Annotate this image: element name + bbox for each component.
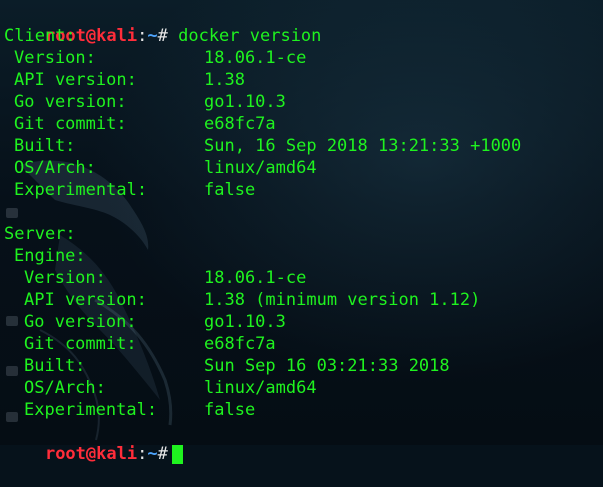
client-value: linux/amd64 <box>204 158 317 178</box>
client-key: API version: <box>14 70 137 90</box>
client-row: Version: 18.06.1-ce <box>4 47 603 69</box>
engine-header: Engine: <box>14 246 86 266</box>
client-row: Git commit: e68fc7a <box>4 113 603 135</box>
terminal-output[interactable]: root@kali:~# docker version Client: Vers… <box>4 3 603 464</box>
prompt-line: root@kali:~# <box>4 421 603 464</box>
server-value: 18.06.1-ce <box>204 268 307 288</box>
server-row: Built: Sun Sep 16 03:21:33 2018 <box>4 355 603 377</box>
server-row: Experimental: false <box>4 399 603 421</box>
client-row: Experimental: false <box>4 179 603 201</box>
prompt-line: root@kali:~# docker version <box>4 3 603 46</box>
prompt-host: kali <box>96 444 138 464</box>
client-key: Experimental: <box>14 180 148 200</box>
client-key: Git commit: <box>14 114 127 134</box>
command-text: docker version <box>178 26 322 46</box>
prompt-path: ~ <box>147 444 158 464</box>
server-row: OS/Arch: linux/amd64 <box>4 377 603 399</box>
server-key: API version: <box>24 290 147 310</box>
prompt-separator: : <box>137 444 148 464</box>
prompt-at: @ <box>85 26 97 46</box>
server-key: Git commit: <box>24 334 137 354</box>
prompt-symbol: # <box>157 26 168 46</box>
client-value: go1.10.3 <box>204 92 286 112</box>
server-row: Go version: go1.10.3 <box>4 311 603 333</box>
client-key: Built: <box>14 136 76 156</box>
server-value: Sun Sep 16 03:21:33 2018 <box>204 356 450 376</box>
client-key: OS/Arch: <box>14 158 96 178</box>
prompt-user: root <box>44 444 86 464</box>
client-row: Built: Sun, 16 Sep 2018 13:21:33 +1000 <box>4 135 603 157</box>
prompt-symbol: # <box>157 444 168 464</box>
server-value: go1.10.3 <box>204 312 286 332</box>
client-row: OS/Arch: linux/amd64 <box>4 157 603 179</box>
client-row: Go version: go1.10.3 <box>4 91 603 113</box>
server-key: OS/Arch: <box>24 378 106 398</box>
prompt-path: ~ <box>147 26 158 46</box>
client-row: API version: 1.38 <box>4 69 603 91</box>
client-value: 18.06.1-ce <box>204 48 307 68</box>
server-key: Go version: <box>24 312 137 332</box>
server-row: Version: 18.06.1-ce <box>4 267 603 289</box>
server-value: 1.38 (minimum version 1.12) <box>204 290 481 310</box>
client-key: Version: <box>14 48 96 68</box>
client-value: Sun, 16 Sep 2018 13:21:33 +1000 <box>204 136 522 156</box>
server-value: false <box>204 400 256 420</box>
client-value: false <box>204 180 256 200</box>
server-header: Server: <box>4 224 76 244</box>
server-value: e68fc7a <box>204 334 276 354</box>
terminal-cursor[interactable] <box>171 444 183 464</box>
prompt-at: @ <box>85 444 97 464</box>
server-key: Built: <box>24 356 86 376</box>
server-value: linux/amd64 <box>204 378 317 398</box>
prompt-host: kali <box>96 26 138 46</box>
client-key: Go version: <box>14 92 127 112</box>
client-value: e68fc7a <box>204 114 276 134</box>
client-value: 1.38 <box>204 70 245 90</box>
server-key: Experimental: <box>24 400 158 420</box>
server-row: Git commit: e68fc7a <box>4 333 603 355</box>
server-key: Version: <box>24 268 106 288</box>
prompt-separator: : <box>137 26 148 46</box>
server-row: API version: 1.38 (minimum version 1.12) <box>4 289 603 311</box>
